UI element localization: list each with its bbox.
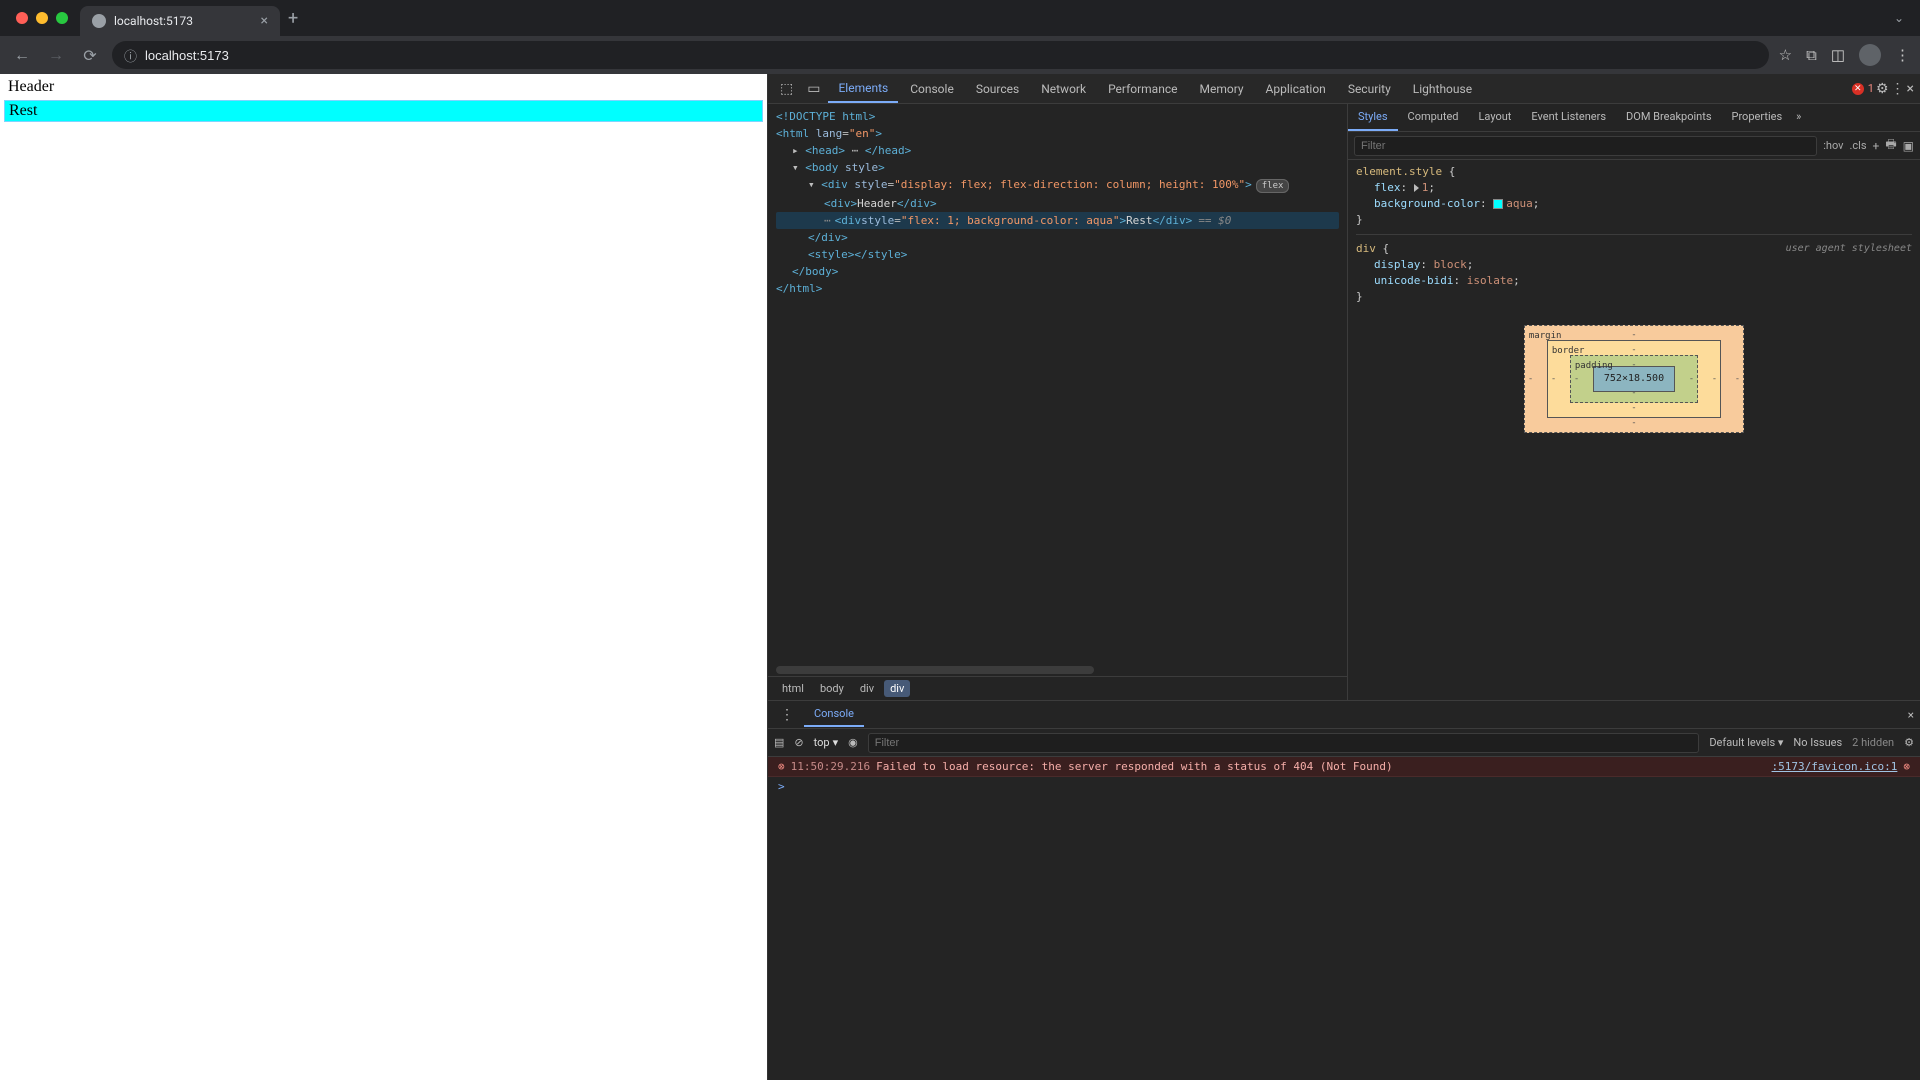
error-icon: ⊗ xyxy=(778,760,785,773)
tab-memory[interactable]: Memory xyxy=(1189,76,1253,102)
window-controls xyxy=(16,12,68,24)
elements-panel: <!DOCTYPE html> <html lang="en"> ▸ <head… xyxy=(768,104,1348,700)
crumb-div1[interactable]: div xyxy=(854,680,880,697)
console-hidden-count[interactable]: 2 hidden xyxy=(1852,736,1894,749)
page-viewport: Header Rest xyxy=(0,74,768,1080)
devtools-close-icon[interactable]: × xyxy=(1907,81,1914,97)
tab-title: localhost:5173 xyxy=(114,14,253,28)
styles-tab-properties[interactable]: Properties xyxy=(1722,104,1793,131)
styles-filter-input[interactable] xyxy=(1354,136,1817,156)
address-input[interactable] xyxy=(145,48,1757,63)
dom-tree[interactable]: <!DOCTYPE html> <html lang="en"> ▸ <head… xyxy=(768,104,1347,666)
error-count: 1 xyxy=(1868,82,1874,95)
console-sidebar-toggle-icon[interactable]: ▤ xyxy=(774,736,784,749)
site-info-icon[interactable]: ⓘ xyxy=(124,46,137,65)
profile-avatar[interactable] xyxy=(1859,44,1881,66)
tab-console[interactable]: Console xyxy=(900,76,964,102)
error-count-badge[interactable]: ✕ 1 xyxy=(1852,82,1874,95)
console-drawer: ⋮ Console × ▤ ⊘ top▾ ◉ Default levels ▾ … xyxy=(768,700,1920,1080)
console-issues-button[interactable]: No Issues xyxy=(1793,736,1842,749)
extensions-icon[interactable]: ⧉ xyxy=(1806,46,1817,64)
back-button[interactable]: ← xyxy=(10,45,34,65)
tab-favicon-icon xyxy=(92,14,106,28)
side-panel-icon[interactable]: ◫ xyxy=(1831,46,1845,64)
crumb-html[interactable]: html xyxy=(776,680,810,697)
hov-toggle[interactable]: :hov xyxy=(1823,139,1843,152)
console-prompt[interactable]: > xyxy=(768,777,1920,796)
devtools-tabbar: ⬚ ▭ Elements Console Sources Network Per… xyxy=(768,74,1920,104)
styles-tabs-more-icon[interactable]: » xyxy=(1792,104,1805,131)
dom-selected-node[interactable]: ⋯ <div style="flex: 1; background-color:… xyxy=(776,212,1339,229)
log-timestamp: 11:50:29.216 xyxy=(791,760,870,773)
styles-computed-toggle-icon[interactable]: ▣ xyxy=(1903,139,1914,153)
console-context-select[interactable]: top▾ xyxy=(814,736,838,749)
console-live-expr-icon[interactable]: ◉ xyxy=(848,736,858,749)
minimize-window-button[interactable] xyxy=(36,12,48,24)
devtools-more-icon[interactable]: ⋮ xyxy=(1891,81,1905,97)
reload-button[interactable]: ⟳ xyxy=(78,46,102,65)
bookmark-icon[interactable]: ☆ xyxy=(1779,46,1792,64)
browser-tab-strip: localhost:5173 × + ⌄ xyxy=(0,0,1920,36)
address-bar[interactable]: ⓘ xyxy=(112,41,1769,69)
styles-tab-computed[interactable]: Computed xyxy=(1398,104,1469,131)
page-header-div: Header xyxy=(0,74,767,100)
page-rest-div: Rest xyxy=(4,100,763,122)
tab-close-icon[interactable]: × xyxy=(261,13,268,29)
drawer-more-icon[interactable]: ⋮ xyxy=(774,703,800,727)
tab-list-chevron-icon[interactable]: ⌄ xyxy=(1894,11,1904,25)
tab-sources[interactable]: Sources xyxy=(966,76,1029,102)
maximize-window-button[interactable] xyxy=(56,12,68,24)
dom-doctype[interactable]: <!DOCTYPE html> xyxy=(776,110,875,123)
crumb-div2[interactable]: div xyxy=(884,680,910,697)
box-model-diagram[interactable]: margin ---- border ---- padding ---- 752… xyxy=(1356,305,1912,443)
error-dot-icon: ✕ xyxy=(1852,83,1864,95)
inspect-element-icon[interactable]: ⬚ xyxy=(774,77,799,101)
tab-security[interactable]: Security xyxy=(1338,76,1401,102)
console-settings-icon[interactable]: ⚙ xyxy=(1904,736,1914,749)
console-log-area[interactable]: ⊗ 11:50:29.216 Failed to load resource: … xyxy=(768,757,1920,1080)
dom-horizontal-scrollbar[interactable] xyxy=(776,666,1094,674)
styles-panel: Styles Computed Layout Event Listeners D… xyxy=(1348,104,1920,700)
color-swatch-icon[interactable] xyxy=(1493,199,1503,209)
tab-application[interactable]: Application xyxy=(1256,76,1336,102)
device-toolbar-icon[interactable]: ▭ xyxy=(801,77,826,101)
devtools-settings-icon[interactable]: ⚙ xyxy=(1876,81,1889,97)
tab-lighthouse[interactable]: Lighthouse xyxy=(1403,76,1482,102)
styles-tab-eventlisteners[interactable]: Event Listeners xyxy=(1521,104,1616,131)
styles-tab-layout[interactable]: Layout xyxy=(1469,104,1522,131)
new-tab-button[interactable]: + xyxy=(288,8,298,29)
styles-print-icon[interactable]: 🖶 xyxy=(1885,135,1896,156)
console-filter-input[interactable] xyxy=(868,733,1700,753)
tab-network[interactable]: Network xyxy=(1031,76,1096,102)
drawer-close-icon[interactable]: × xyxy=(1908,708,1914,722)
new-style-rule-icon[interactable]: + xyxy=(1873,139,1880,153)
forward-button[interactable]: → xyxy=(44,45,68,65)
flex-badge[interactable]: flex xyxy=(1256,179,1290,193)
dom-breadcrumb: html body div div xyxy=(768,676,1347,700)
close-window-button[interactable] xyxy=(16,12,28,24)
menu-icon[interactable]: ⋮ xyxy=(1895,46,1910,64)
tab-performance[interactable]: Performance xyxy=(1098,76,1187,102)
log-message: Failed to load resource: the server resp… xyxy=(876,760,1771,773)
console-clear-icon[interactable]: ⊘ xyxy=(794,736,803,749)
tab-elements[interactable]: Elements xyxy=(828,75,898,103)
styles-tab-styles[interactable]: Styles xyxy=(1348,104,1398,131)
browser-tab[interactable]: localhost:5173 × xyxy=(80,6,280,36)
crumb-body[interactable]: body xyxy=(814,680,850,697)
styles-tab-dombreakpoints[interactable]: DOM Breakpoints xyxy=(1616,104,1721,131)
drawer-tab-console[interactable]: Console xyxy=(804,702,864,727)
browser-toolbar: ← → ⟳ ⓘ ☆ ⧉ ◫ ⋮ xyxy=(0,36,1920,74)
console-levels-select[interactable]: Default levels ▾ xyxy=(1709,736,1783,749)
log-source-link[interactable]: :5173/favicon.ico:1 xyxy=(1772,760,1898,773)
devtools-panel: ⬚ ▭ Elements Console Sources Network Per… xyxy=(768,74,1920,1080)
console-error-row[interactable]: ⊗ 11:50:29.216 Failed to load resource: … xyxy=(768,757,1920,777)
log-error-badge-icon: ⊗ xyxy=(1903,760,1910,773)
cls-toggle[interactable]: .cls xyxy=(1850,139,1867,152)
